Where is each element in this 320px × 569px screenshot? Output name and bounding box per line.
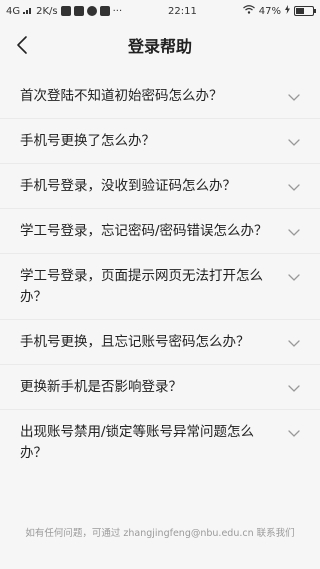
status-right: 47%: [242, 5, 316, 17]
faq-item[interactable]: 更换新手机是否影响登录？: [0, 364, 320, 409]
signal-icon: [23, 6, 33, 17]
header: 登录帮助: [0, 22, 320, 68]
status-bar: 4G 2K/s ··· 22:11 47%: [0, 0, 320, 22]
chevron-down-icon: [288, 94, 300, 101]
faq-item[interactable]: 手机号登录，没收到验证码怎么办？: [0, 163, 320, 208]
chevron-down-icon: [288, 385, 300, 392]
chevron-down-icon: [288, 229, 300, 236]
charging-icon: [284, 5, 290, 17]
wifi-icon: [242, 5, 255, 17]
faq-question: 学工号登录，页面提示网页无法打开怎么办？: [20, 268, 263, 305]
app-notification-icon: [60, 6, 71, 16]
chevron-down-icon: [288, 184, 300, 191]
battery-icon: [293, 6, 316, 16]
faq-item[interactable]: 手机号更换了怎么办？: [0, 118, 320, 163]
app-notification-icon: [73, 6, 84, 16]
chevron-left-icon: [17, 36, 27, 54]
faq-item[interactable]: 出现账号禁用/锁定等账号异常问题怎么办？: [0, 409, 320, 475]
faq-list: 首次登陆不知道初始密码怎么办？ 手机号更换了怎么办？ 手机号登录，没收到验证码怎…: [0, 74, 320, 475]
faq-question: 手机号更换，且忘记账号密码怎么办？: [20, 334, 250, 350]
footer-contact: 如有任何问题，可通过 zhangjingfeng@nbu.edu.cn 联系我们: [25, 528, 295, 539]
faq-question: 学工号登录，忘记密码/密码错误怎么办？: [20, 223, 268, 239]
faq-question: 手机号登录，没收到验证码怎么办？: [20, 178, 236, 194]
battery-level: [295, 8, 305, 14]
chevron-down-icon: [288, 139, 300, 146]
status-left: 4G 2K/s ···: [6, 6, 122, 17]
chevron-down-icon: [288, 340, 300, 347]
more-notifications: ···: [112, 5, 123, 17]
net-speed: 2K/s: [36, 5, 58, 17]
faq-item[interactable]: 学工号登录，忘记密码/密码错误怎么办？: [0, 208, 320, 253]
clock: 22:11: [168, 5, 197, 17]
app-notification-icon: [86, 6, 97, 16]
faq-item[interactable]: 首次登陆不知道初始密码怎么办？: [0, 74, 320, 118]
back-button[interactable]: [10, 32, 34, 58]
chevron-down-icon: [288, 430, 300, 437]
battery-percent: 47%: [258, 5, 281, 17]
chevron-down-icon: [288, 274, 300, 281]
faq-item[interactable]: 学工号登录，页面提示网页无法打开怎么办？: [0, 253, 320, 319]
faq-question: 出现账号禁用/锁定等账号异常问题怎么办？: [20, 424, 255, 461]
network-indicator: 4G: [6, 5, 21, 17]
faq-question: 更换新手机是否影响登录？: [20, 379, 182, 395]
page-title: 登录帮助: [127, 37, 192, 56]
faq-question: 首次登陆不知道初始密码怎么办？: [20, 88, 223, 104]
faq-question: 手机号更换了怎么办？: [20, 133, 155, 149]
app-notification-icon: [99, 6, 110, 16]
faq-item[interactable]: 手机号更换，且忘记账号密码怎么办？: [0, 319, 320, 364]
